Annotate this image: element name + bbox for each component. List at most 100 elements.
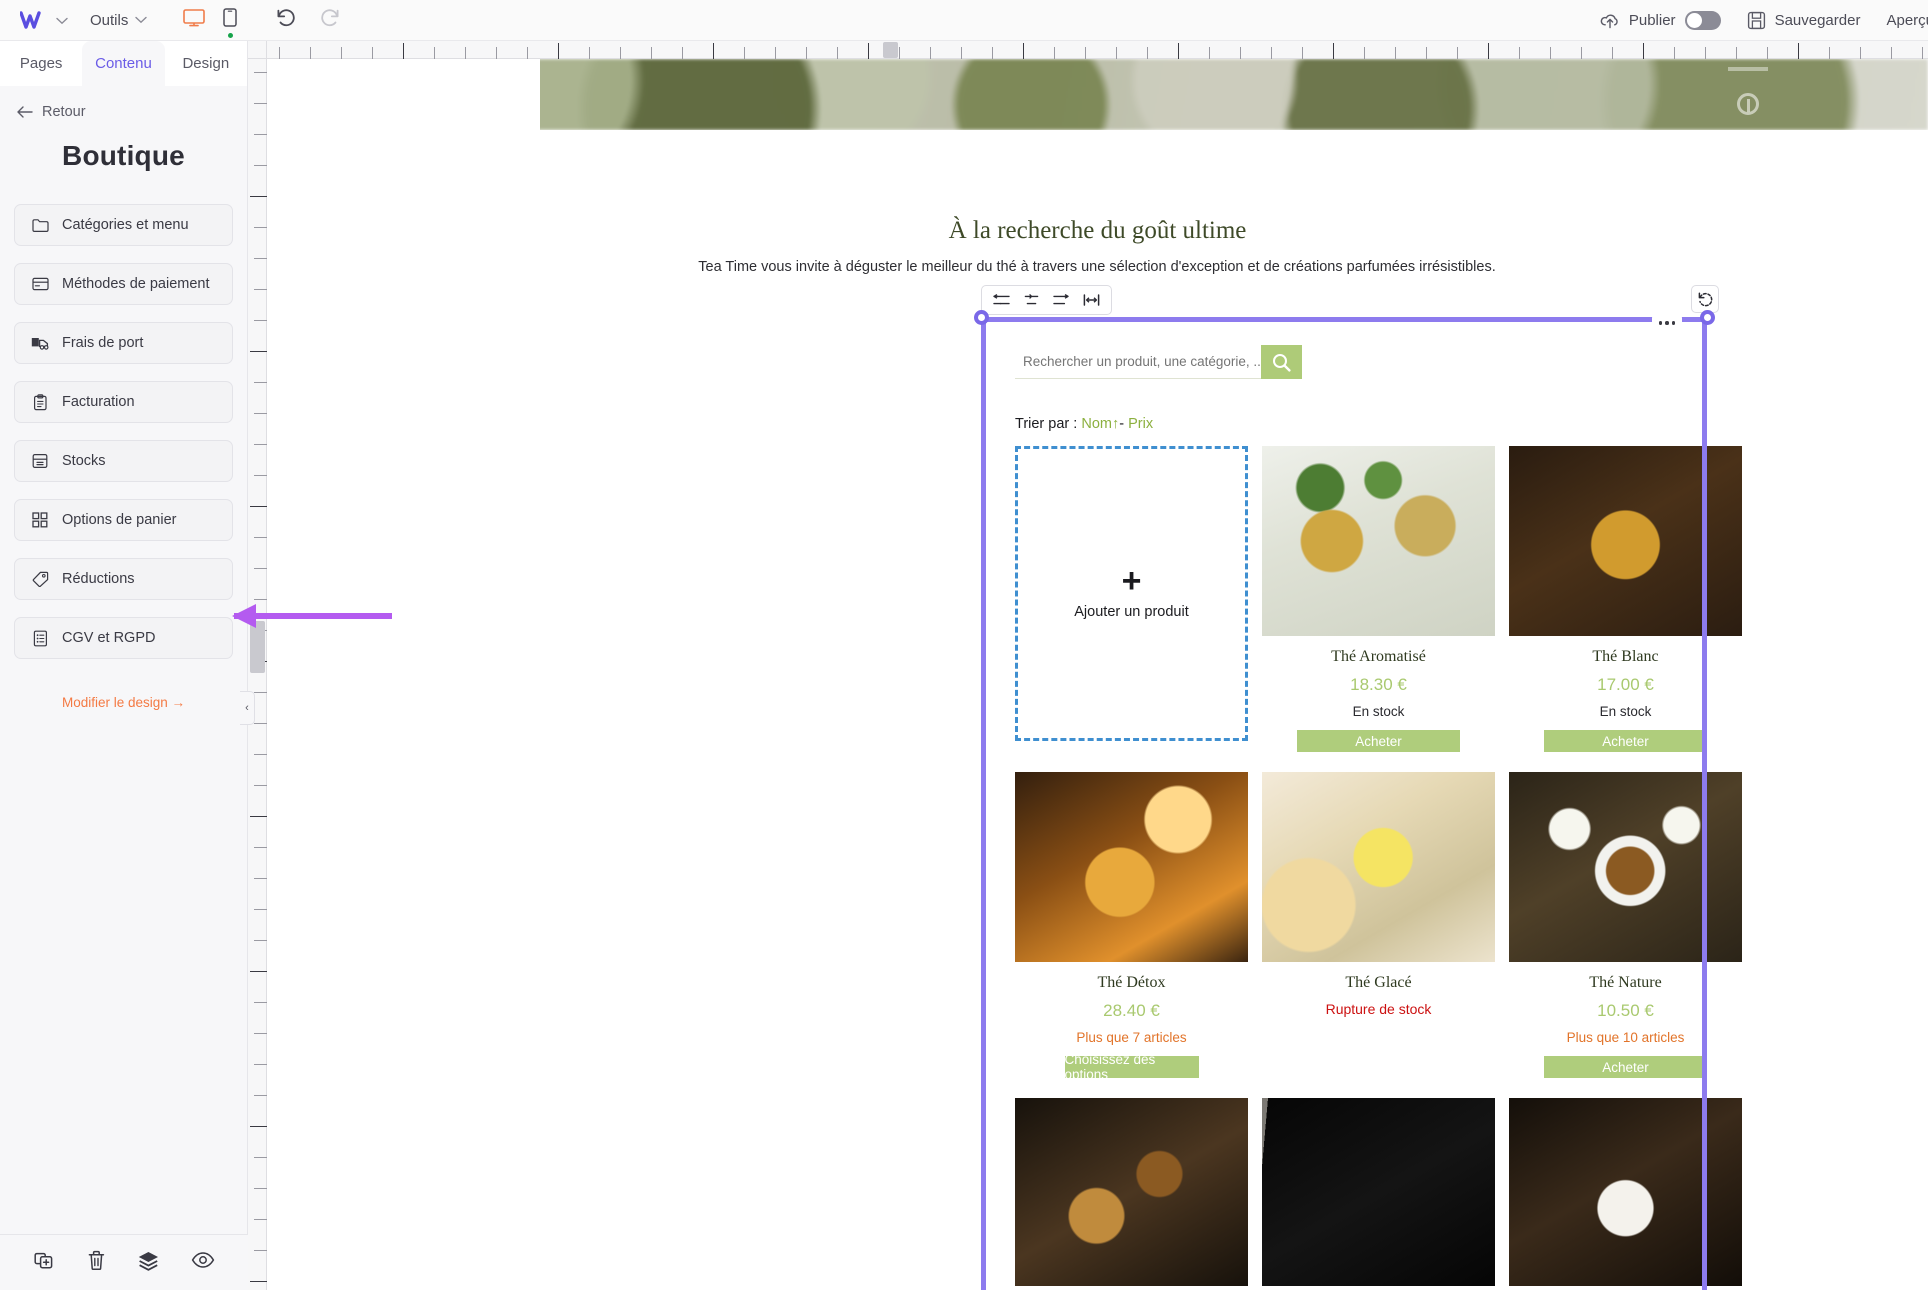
- product-price: 28.40 €: [1103, 1001, 1160, 1020]
- tag-icon: [31, 570, 49, 588]
- sidebar-item-stocks[interactable]: Stocks: [14, 440, 233, 482]
- product-image[interactable]: [1509, 772, 1742, 962]
- publish-cloud-icon: [1600, 14, 1618, 29]
- product-card[interactable]: Thé Blanc 17.00 € En stock Acheter: [1509, 446, 1742, 752]
- product-image[interactable]: [1262, 1098, 1495, 1288]
- sidebar-item-label: Catégories et menu: [62, 217, 189, 233]
- search-button[interactable]: [1261, 345, 1302, 379]
- tab-design[interactable]: Design: [164, 41, 247, 86]
- sidebar-item-frais-de-port[interactable]: Frais de port: [14, 322, 233, 364]
- product-image[interactable]: [1262, 446, 1495, 636]
- sidebar-item-reductions[interactable]: Réductions: [14, 558, 233, 600]
- buy-button[interactable]: Acheter: [1544, 1056, 1707, 1078]
- stretch-width-icon[interactable]: [1083, 293, 1100, 307]
- product-card[interactable]: Thé Détox 28.40 € Plus que 7 articles Ch…: [1015, 772, 1248, 1082]
- sidebar-item-cgv-et-rgpd[interactable]: CGV et RGPD: [14, 617, 233, 659]
- product-search-bar: [1015, 345, 1302, 379]
- toolbar-left-group: Outils: [0, 7, 341, 38]
- product-card[interactable]: Thé Aromatisé 18.30 € En stock Acheter: [1262, 446, 1495, 752]
- credit-card-icon: [31, 275, 49, 293]
- section-title: À la recherche du goût ultime: [948, 217, 1247, 244]
- publish-button[interactable]: Publier: [1600, 11, 1721, 30]
- product-grid-row-2: Thé Détox 28.40 € Plus que 7 articles Ch…: [1015, 772, 1742, 1082]
- panel-collapse-handle[interactable]: ‹: [240, 691, 255, 725]
- sort-option-prix[interactable]: Prix: [1128, 416, 1153, 432]
- inventory-icon: [31, 452, 49, 470]
- align-right-icon[interactable]: [1053, 293, 1070, 307]
- product-card[interactable]: Thé Rooibos 13.00 € En stock Acheter: [1262, 1098, 1495, 1290]
- sort-option-nom[interactable]: Nom: [1081, 416, 1112, 432]
- product-price: 17.00 €: [1597, 675, 1654, 694]
- wix-logo-icon[interactable]: [18, 7, 48, 33]
- align-left-icon[interactable]: [993, 293, 1010, 307]
- product-card[interactable]: Thé Glacé Rupture de stock: [1262, 772, 1495, 1078]
- device-switcher: [183, 7, 238, 38]
- page-title: Boutique: [62, 140, 185, 171]
- tools-menu[interactable]: Outils: [90, 11, 148, 29]
- layers-icon[interactable]: [137, 1250, 160, 1276]
- mobile-icon[interactable]: [223, 7, 238, 38]
- redo-icon[interactable]: [319, 8, 341, 33]
- horizontal-ruler: [248, 41, 1928, 59]
- save-label: Sauvegarder: [1774, 12, 1861, 29]
- buy-button[interactable]: Acheter: [1297, 730, 1460, 752]
- product-image[interactable]: [1015, 772, 1248, 962]
- product-card[interactable]: Thé Noir 11.50 € En stock Acheter: [1015, 1098, 1248, 1290]
- product-stock-status: Plus que 10 articles: [1566, 1030, 1685, 1045]
- sort-label: Trier par :: [1015, 416, 1078, 432]
- add-product-label: Ajouter un produit: [1074, 604, 1189, 620]
- sidebar-item-facturation[interactable]: Facturation: [14, 381, 233, 423]
- section-subtitle: Tea Time vous invite à déguster le meill…: [698, 259, 1496, 275]
- selection-handle-top-right[interactable]: [1700, 310, 1715, 325]
- save-button[interactable]: Sauvegarder: [1747, 11, 1861, 30]
- duplicate-icon[interactable]: [33, 1250, 56, 1276]
- product-image[interactable]: [1509, 1098, 1742, 1288]
- tools-label: Outils: [90, 11, 129, 29]
- choose-options-button[interactable]: Choisissez des options: [1064, 1052, 1199, 1082]
- sidebar-item-options-de-panier[interactable]: Options de panier: [14, 499, 233, 541]
- reset-icon[interactable]: [1691, 285, 1719, 313]
- sidebar-item-label: Frais de port: [62, 335, 144, 351]
- back-label: Retour: [42, 104, 86, 120]
- sidebar-item-methodes-de-paiement[interactable]: Méthodes de paiement: [14, 263, 233, 305]
- desktop-icon[interactable]: [183, 8, 206, 32]
- undo-icon[interactable]: [275, 8, 297, 33]
- trash-icon[interactable]: [87, 1250, 106, 1276]
- selection-handle-top-left[interactable]: [974, 310, 989, 325]
- horizontal-scrollbar[interactable]: [883, 42, 898, 58]
- search-icon: [1273, 353, 1291, 372]
- buy-button[interactable]: Acheter: [1544, 730, 1707, 752]
- product-image[interactable]: [1262, 772, 1495, 962]
- site-page: La À la recherche du goût ultime Tea Tim…: [267, 59, 1928, 1290]
- more-options-icon[interactable]: [1652, 314, 1682, 332]
- hero-banner[interactable]: La: [267, 59, 1928, 130]
- product-card[interactable]: Thé Vert 14.20 € En stock Acheter: [1509, 1098, 1742, 1290]
- hero-left-mask: [267, 59, 540, 130]
- tab-contenu[interactable]: Contenu: [82, 41, 165, 86]
- sidebar-item-categories-et-menu[interactable]: Catégories et menu: [14, 204, 233, 246]
- plus-icon: +: [1121, 562, 1142, 600]
- vertical-scrollbar[interactable]: [250, 621, 265, 673]
- hero-word: La: [453, 70, 498, 115]
- publish-toggle[interactable]: [1684, 11, 1721, 30]
- product-price: 18.30 €: [1350, 675, 1407, 694]
- hero-watermark-icon: [1728, 67, 1768, 130]
- shop-settings-menu: Catégories et menu Méthodes de paiement …: [0, 204, 247, 659]
- product-image[interactable]: [1509, 446, 1742, 636]
- align-center-icon[interactable]: [1023, 293, 1040, 307]
- preview-button[interactable]: Aperçu: [1886, 12, 1928, 29]
- product-card[interactable]: Thé Nature 10.50 € Plus que 10 articles …: [1509, 772, 1742, 1078]
- sort-separator: -: [1119, 416, 1125, 432]
- eye-icon[interactable]: [191, 1251, 215, 1274]
- tab-pages[interactable]: Pages: [0, 41, 83, 86]
- search-input[interactable]: [1015, 345, 1261, 379]
- editor-canvas: La À la recherche du goût ultime Tea Tim…: [248, 41, 1928, 1290]
- logo-dropdown-chevron-icon[interactable]: [56, 13, 68, 28]
- product-stock-status: En stock: [1352, 704, 1405, 719]
- product-image[interactable]: [1015, 1098, 1248, 1288]
- back-button[interactable]: Retour: [0, 86, 247, 120]
- add-product-card[interactable]: + Ajouter un produit: [1015, 446, 1248, 741]
- edit-design-link[interactable]: Modifier le design →: [0, 695, 247, 710]
- product-name: Thé Glacé: [1345, 974, 1412, 991]
- tools-chevron-down-icon: [135, 16, 148, 24]
